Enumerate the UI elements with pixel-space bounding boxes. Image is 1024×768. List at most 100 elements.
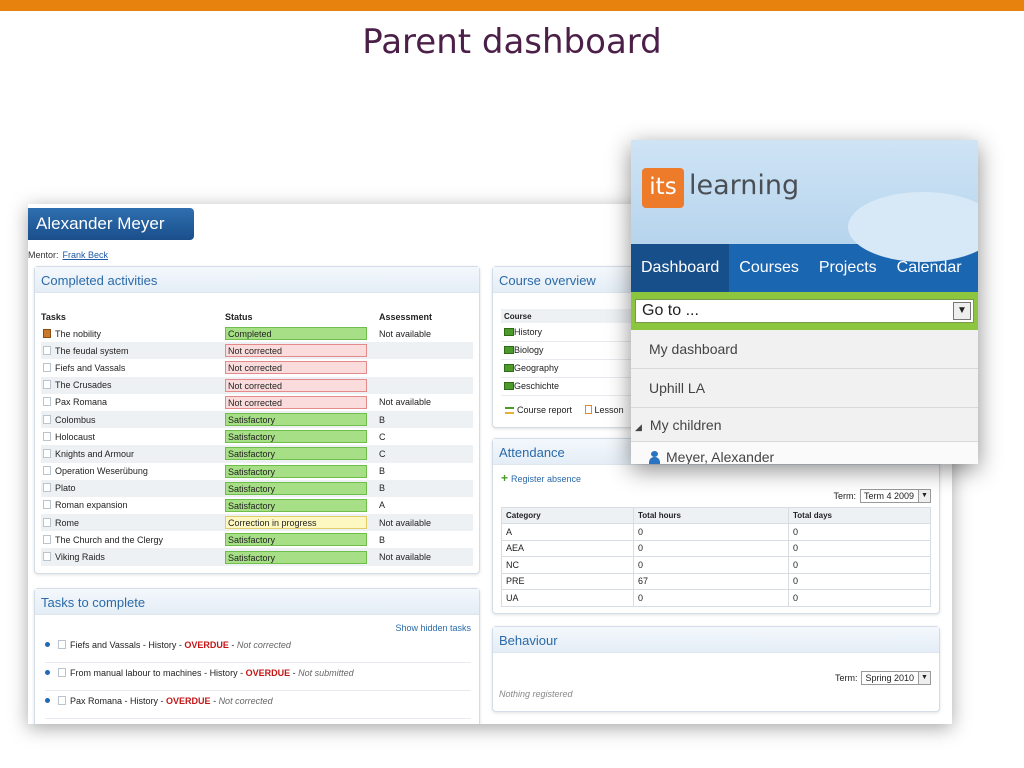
task-icon [43,380,51,390]
task-item[interactable]: Pax Romana - History - OVERDUE - Not cor… [45,691,471,719]
activity-assessment: B [379,479,473,497]
activity-task[interactable]: Fiefs and Vassals [41,359,225,376]
course-row[interactable]: Geschichte [501,377,641,396]
attendance-days: 0 [788,572,931,590]
activity-task[interactable]: Colombus [41,410,225,429]
course-row[interactable]: Geography [501,359,641,378]
activity-row: Operation Weserübung Satisfactory B [41,463,473,480]
lessons-link[interactable]: Lesson [584,405,624,415]
attendance-row: UA 0 0 [501,589,931,607]
activity-assessment: B [379,534,386,545]
task-item[interactable]: Spinning Jenny - History - OVERDUE - Not… [45,719,471,724]
mentor-label: Mentor: [28,250,59,260]
activity-assessment: B [379,466,386,477]
menu-uphill-la[interactable]: Uphill LA [631,369,978,408]
attendance-row: PRE 67 0 [501,572,931,590]
activity-row: Viking Raids Satisfactory Not available [41,548,473,566]
logo-box: its [642,168,684,208]
completed-activities-panel: Completed activities Tasks Status Assess… [34,266,480,574]
activity-status: Satisfactory [225,548,379,566]
activity-status: Satisfactory [225,410,379,429]
register-absence-link[interactable]: + Register absence [501,471,581,485]
attendance-term: Term: Term 4 2009 ▼ [833,489,931,503]
task-icon [58,668,66,677]
lesson-icon [584,405,592,414]
status-badge: Satisfactory [225,550,367,564]
task-icon [58,696,66,705]
activity-task[interactable]: Rome [41,514,225,532]
task-icon [43,552,51,562]
attendance-hours: 67 [633,572,789,590]
attendance-hours: 0 [633,589,789,607]
course-row[interactable]: History [501,323,641,342]
attendance-term-select[interactable]: Term 4 2009 ▼ [859,489,931,503]
col-course: Course [501,309,641,323]
activity-assessment: Not available [379,397,432,408]
nav-dashboard[interactable]: Dashboard [631,244,730,292]
goto-select[interactable]: Go to ... ▼ [635,299,974,323]
activity-status: Satisfactory [225,428,379,445]
report-icon [505,407,514,414]
attendance-row: AEA 0 0 [501,539,931,557]
task-icon [43,534,51,544]
activity-task[interactable]: Roman expansion [41,497,225,514]
task-icon [43,431,51,441]
task-icon [43,517,51,527]
activity-task[interactable]: Operation Weserübung [41,463,225,480]
task-item[interactable]: From manual labour to machines - History… [45,663,471,691]
course-links: Course report Lesson [505,405,634,415]
tasks-to-complete-title: Tasks to complete [35,589,479,615]
bullet-icon [45,698,50,703]
tasks-to-complete-panel: Tasks to complete Show hidden tasks Fief… [34,588,480,724]
col-tasks: Tasks [41,312,66,322]
activity-status: Not corrected [225,342,379,360]
status-badge: Not corrected [225,395,367,409]
course-row[interactable]: Biology [501,341,641,360]
brand-header: its learning [631,140,978,262]
activity-task[interactable]: Viking Raids [41,548,225,566]
activity-status: Satisfactory [225,463,379,480]
attendance-days: 0 [788,589,931,607]
activity-task[interactable]: The Crusades [41,376,225,394]
activity-assessment: Not available [379,548,473,566]
status-badge: Not corrected [225,361,367,375]
mentor-line: Mentor: Frank Beck [28,250,108,260]
activity-assessment: C [379,431,386,442]
activity-status: Satisfactory [225,531,379,548]
activity-task[interactable]: The Church and the Clergy [41,531,225,548]
course-icon [504,327,514,336]
status-badge: Satisfactory [225,533,367,547]
plus-icon: + [501,471,509,485]
course-report-link[interactable]: Course report [505,405,572,415]
activity-status: Satisfactory [225,445,379,463]
activity-status: Not corrected [225,359,379,376]
menu-my-children[interactable]: ◢ My children [631,408,978,442]
activity-task[interactable]: Knights and Armour [41,445,225,463]
task-icon [43,397,51,407]
attendance-days: 0 [788,556,931,574]
status-badge: Not corrected [225,344,367,358]
activity-task[interactable]: Pax Romana [41,394,225,411]
activity-task[interactable]: Plato [41,479,225,497]
menu-my-dashboard[interactable]: My dashboard [631,330,978,369]
menu-child-meyer[interactable]: Meyer, Alexander [631,442,978,464]
logo-text: learning [689,170,800,201]
activity-task[interactable]: The nobility [41,325,225,342]
activity-assessment [379,376,473,394]
attendance-category: A [501,523,634,541]
activity-status: Not corrected [225,376,379,394]
status-badge: Satisfactory [225,498,367,512]
activity-task[interactable]: The feudal system [41,342,225,360]
behaviour-term-select[interactable]: Spring 2010 ▼ [861,671,931,685]
task-item[interactable]: Fiefs and Vassals - History - OVERDUE - … [45,635,471,663]
nav-courses[interactable]: Courses [729,244,809,292]
task-icon [43,448,51,458]
activity-task[interactable]: Holocaust [41,428,225,445]
status-badge: Satisfactory [225,464,367,478]
course-icon [504,364,514,372]
course-icon [504,382,514,390]
show-hidden-tasks-link[interactable]: Show hidden tasks [395,623,471,633]
task-icon [43,483,51,493]
mentor-link[interactable]: Frank Beck [63,250,109,260]
activity-row: The Crusades Not corrected [41,376,473,394]
